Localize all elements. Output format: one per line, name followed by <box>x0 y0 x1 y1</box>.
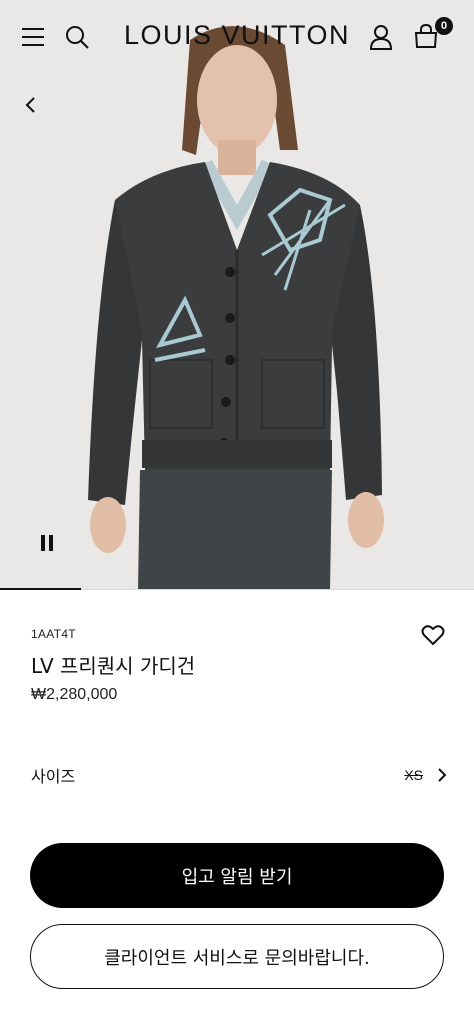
pause-button[interactable] <box>34 530 60 556</box>
product-image[interactable] <box>0 0 474 590</box>
back-button[interactable] <box>18 92 44 118</box>
product-sku: 1AAT4T <box>31 627 76 641</box>
wishlist-button[interactable] <box>419 622 447 648</box>
top-header: LOUIS VUITTON 0 <box>0 0 474 74</box>
gallery-progress-fill <box>0 588 81 590</box>
chevron-left-icon <box>25 97 35 113</box>
brand-logo[interactable]: LOUIS VUITTON <box>0 20 474 51</box>
chevron-right-icon <box>438 768 447 782</box>
gallery-progress-bar <box>0 588 474 590</box>
model-photo <box>0 0 474 590</box>
account-icon <box>369 25 393 50</box>
restock-notify-button[interactable]: 입고 알림 받기 <box>30 843 444 908</box>
size-value: XS <box>404 767 423 783</box>
contact-client-service-button[interactable]: 클라이언트 서비스로 문의바랍니다. <box>30 924 444 989</box>
product-title: LV 프리퀀시 가디건 <box>31 654 196 678</box>
account-button[interactable] <box>368 23 394 51</box>
size-label: 사이즈 <box>31 767 76 786</box>
pause-icon <box>41 535 53 551</box>
product-price: ₩2,280,000 <box>31 686 118 703</box>
bag-count-badge: 0 <box>435 17 453 35</box>
size-selector[interactable]: 사이즈 XS <box>31 760 447 790</box>
heart-outline-icon <box>421 625 445 645</box>
